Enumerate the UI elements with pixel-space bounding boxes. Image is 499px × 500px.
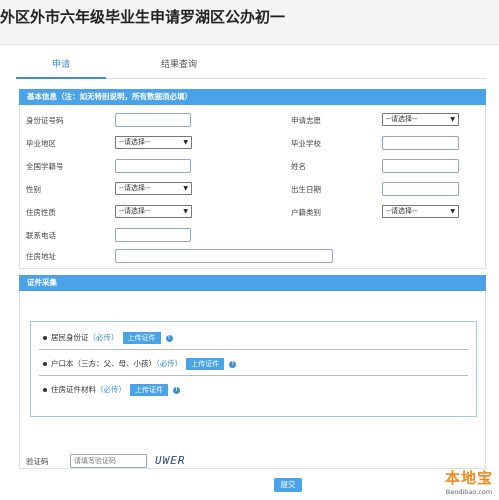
captcha-input[interactable]: [70, 454, 147, 468]
tab-result-query[interactable]: 结果查询: [134, 57, 224, 79]
id-number-label: 身份证号码: [26, 116, 64, 125]
required-tag: （必传）: [88, 333, 119, 342]
divider: [39, 349, 468, 350]
bullet-icon: [43, 362, 47, 366]
docs-header: 证件采集: [19, 275, 486, 291]
id-number-input[interactable]: [115, 113, 191, 127]
student-no-label: 全国学籍号: [26, 162, 64, 171]
submit-button[interactable]: 提交: [274, 478, 302, 492]
info-icon[interactable]: !: [165, 334, 173, 342]
upload-box: 居民身份证（必传） 上传证件! 户口本（三方：父、母、小孩）（必传） 上传证件! 住…: [30, 321, 477, 417]
chevron-down-icon: ▼: [183, 208, 188, 215]
wish-select-value: --请选择--: [386, 115, 418, 123]
address-input[interactable]: [115, 249, 333, 263]
birth-date-input[interactable]: [382, 182, 459, 196]
housing-type-select[interactable]: --请选择-- ▼: [115, 205, 192, 218]
grad-region-label: 毕业地区: [26, 139, 56, 148]
captcha-label: 验证码: [26, 457, 49, 466]
gender-select[interactable]: --请选择-- ▼: [115, 182, 192, 195]
watermark-url: Bendibao.com: [445, 488, 493, 496]
grad-region-select[interactable]: --请选择-- ▼: [115, 136, 192, 149]
chevron-down-icon: ▼: [183, 185, 188, 192]
wish-label: 申请志愿: [291, 116, 321, 125]
grad-region-select-value: --请选择--: [119, 138, 151, 146]
address-label: 住房地址: [26, 252, 56, 261]
basic-info-header: 基本信息（注：如无特别说明，所有数据须必填）: [19, 89, 486, 105]
upload-housing-button[interactable]: 上传证件: [130, 384, 168, 396]
tab-bar: 申请 结果查询: [16, 53, 486, 79]
required-tag: （必传）: [156, 359, 183, 368]
basic-info-section: 身份证号码 申请志愿 --请选择-- ▼ 毕业地区 --请选择-- ▼ 毕业学校 全…: [19, 105, 486, 269]
wish-select[interactable]: --请选择-- ▼: [382, 113, 459, 126]
captcha-row: 验证码 UWER: [19, 432, 486, 472]
divider: [39, 375, 468, 376]
upload-hukou-button[interactable]: 上传证件: [186, 358, 225, 370]
grad-school-label: 毕业学校: [291, 139, 321, 148]
bullet-icon: [43, 388, 47, 392]
upload-item-label: 户口本（三方：父、母、小孩）: [51, 359, 156, 368]
phone-input[interactable]: [115, 228, 191, 242]
hukou-type-label: 户籍类别: [291, 208, 321, 217]
housing-type-label: 住房性质: [26, 208, 56, 217]
phone-label: 联系电话: [26, 231, 56, 240]
name-input[interactable]: [382, 159, 459, 173]
upload-row-id-card: 居民身份证（必传） 上传证件!: [43, 331, 173, 345]
chevron-down-icon: ▼: [183, 139, 188, 146]
tab-apply[interactable]: 申请: [16, 57, 106, 79]
hukou-type-select[interactable]: --请选择-- ▼: [382, 205, 459, 218]
housing-type-select-value: --请选择--: [119, 207, 151, 215]
required-tag: （必传）: [96, 385, 126, 394]
upload-item-label: 住房证件材料: [51, 385, 96, 394]
name-label: 姓名: [291, 162, 306, 171]
gender-label: 性别: [26, 185, 41, 194]
watermark: 本地宝 Bendibao.com: [445, 467, 493, 496]
upload-row-housing: 住房证件材料（必传） 上传证件!: [43, 383, 180, 397]
grad-school-input[interactable]: [382, 136, 459, 150]
page-title: 外区外市六年级毕业生申请罗湖区公办初一: [0, 8, 286, 26]
info-icon[interactable]: !: [229, 360, 237, 368]
student-no-input[interactable]: [115, 159, 191, 173]
upload-row-hukou: 户口本（三方：父、母、小孩）（必传） 上传证件!: [43, 357, 237, 371]
gender-select-value: --请选择--: [119, 184, 151, 192]
hukou-type-select-value: --请选择--: [386, 207, 418, 215]
chevron-down-icon: ▼: [450, 208, 455, 215]
bullet-icon: [43, 336, 47, 340]
upload-id-card-button[interactable]: 上传证件: [122, 332, 161, 344]
captcha-image[interactable]: UWER: [155, 454, 186, 467]
info-icon[interactable]: !: [173, 386, 180, 394]
watermark-logo: 本地宝: [444, 469, 493, 487]
chevron-down-icon: ▼: [450, 116, 455, 123]
upload-item-label: 居民身份证: [51, 333, 89, 342]
birth-date-label: 出生日期: [291, 185, 321, 194]
